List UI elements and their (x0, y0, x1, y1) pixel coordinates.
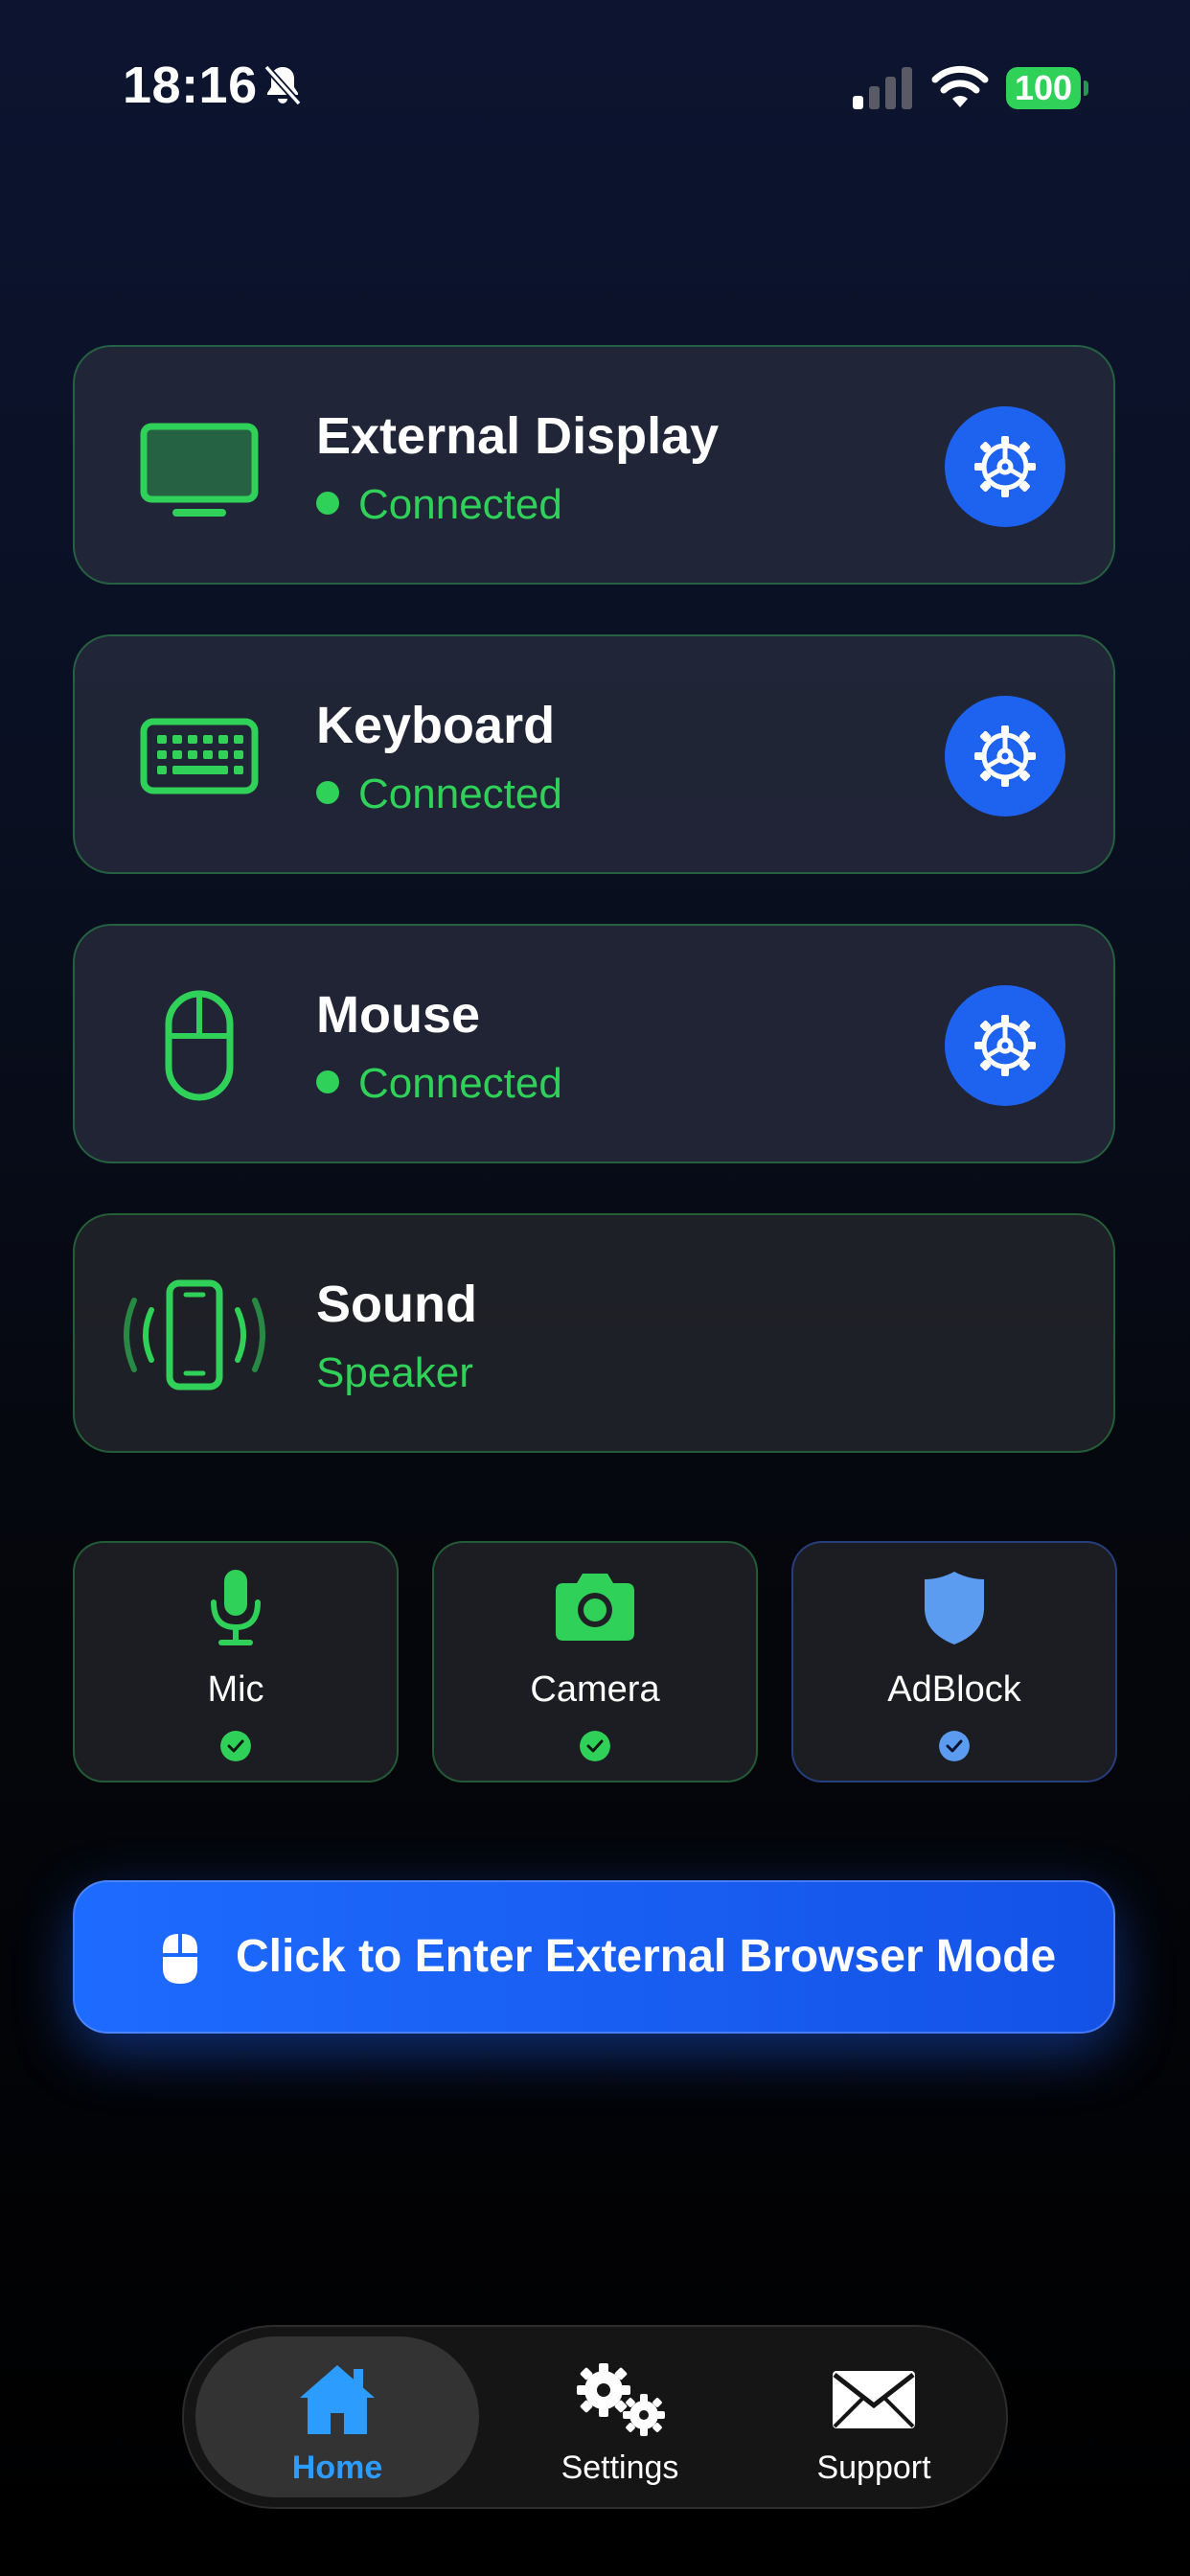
gear-icon (974, 725, 1036, 787)
cta-label: Click to Enter External Browser Mode (236, 1931, 1057, 1982)
device-card-keyboard[interactable]: Keyboard Connected (73, 634, 1115, 874)
keyboard-settings-button[interactable] (945, 696, 1065, 816)
mouse-icon (163, 1934, 197, 1984)
tab-label: Support (816, 2450, 931, 2486)
device-title: Sound (316, 1276, 477, 1333)
phone-speaker-icon (124, 1279, 265, 1391)
check-circle-icon (220, 1731, 251, 1761)
gear-icon (974, 436, 1036, 497)
device-status: Speaker (316, 1349, 473, 1396)
tile-label: Mic (207, 1669, 264, 1710)
device-status: Connected (316, 770, 562, 818)
mouse-settings-button[interactable] (945, 985, 1065, 1106)
device-card-mouse[interactable]: Mouse Connected (73, 924, 1115, 1163)
device-title: External Display (316, 407, 720, 465)
shield-icon (925, 1572, 984, 1644)
check-circle-icon (939, 1731, 970, 1761)
bell-slash-icon (263, 64, 302, 106)
envelope-icon (833, 2371, 915, 2428)
gears-icon (577, 2363, 665, 2436)
check-circle-icon (580, 1731, 610, 1761)
status-bar: 18:16 100 (0, 0, 1190, 172)
status-dot (316, 492, 339, 516)
battery-level: 100 (1006, 67, 1081, 109)
tab-label: Settings (561, 2450, 679, 2486)
microphone-icon (211, 1570, 261, 1645)
camera-icon (556, 1574, 634, 1641)
house-icon (300, 2365, 375, 2434)
tile-label: Camera (530, 1669, 660, 1710)
device-status: Connected (316, 481, 562, 529)
gear-icon (974, 1015, 1036, 1076)
battery-icon: 100 (1006, 67, 1088, 109)
adblock-tile[interactable]: AdBlock (791, 1541, 1117, 1782)
device-title: Mouse (316, 986, 481, 1044)
status-time: 18:16 (123, 57, 258, 114)
device-title: Keyboard (316, 697, 556, 754)
monitor-icon (140, 423, 259, 517)
mouse-icon (165, 990, 234, 1101)
status-dot (316, 1070, 339, 1094)
cellular-signal-icon (853, 67, 912, 109)
tab-label: Home (291, 2450, 383, 2486)
enter-external-browser-button[interactable]: Click to Enter External Browser Mode (73, 1880, 1115, 2034)
tab-bar: Home Settings Support (182, 2325, 1008, 2509)
device-status: Connected (316, 1060, 562, 1108)
device-card-sound[interactable]: Sound Speaker (73, 1213, 1115, 1453)
external-display-settings-button[interactable] (945, 406, 1065, 527)
keyboard-icon (140, 718, 259, 794)
tab-settings[interactable]: Settings (481, 2327, 759, 2507)
camera-tile[interactable]: Camera (432, 1541, 758, 1782)
tab-home[interactable]: Home (195, 2336, 479, 2497)
wifi-icon (931, 65, 989, 107)
tab-support[interactable]: Support (740, 2327, 1008, 2507)
tile-label: AdBlock (887, 1669, 1021, 1710)
mic-tile[interactable]: Mic (73, 1541, 399, 1782)
device-card-external-display[interactable]: External Display Connected (73, 345, 1115, 585)
status-dot (316, 781, 339, 805)
